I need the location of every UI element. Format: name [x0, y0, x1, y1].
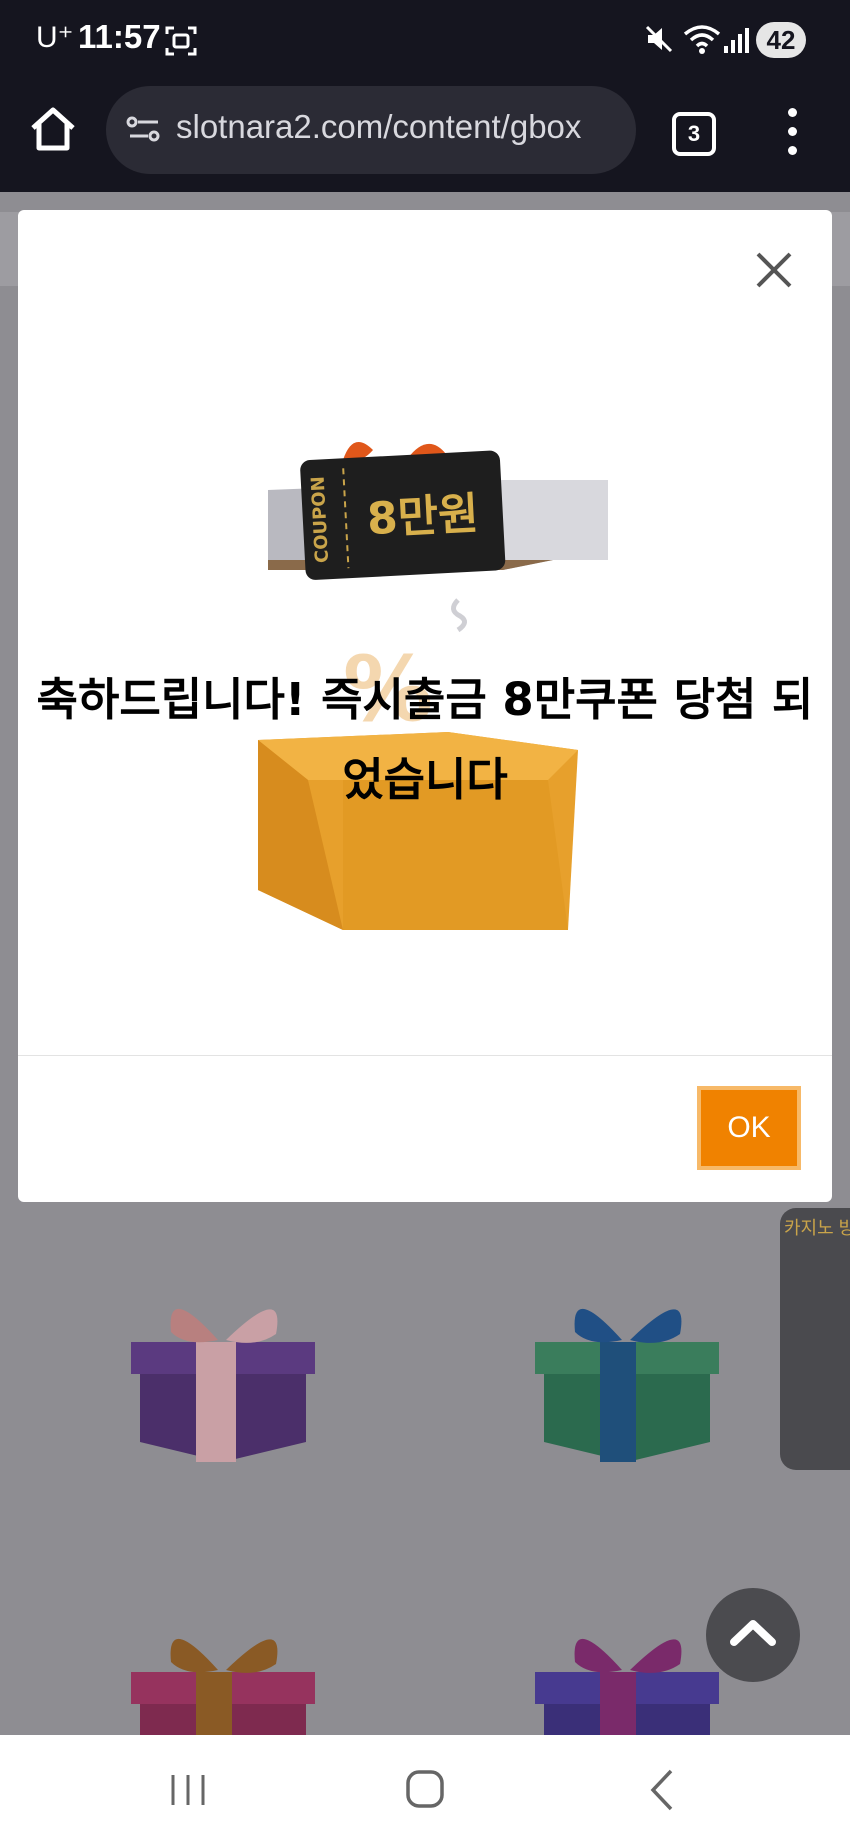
- coupon-amount: 8만원: [366, 488, 480, 545]
- gift-box-violet[interactable]: [530, 1622, 724, 1735]
- url-text[interactable]: slotnara2.com/content/gbox: [176, 108, 626, 146]
- gift-box-red[interactable]: [126, 1622, 320, 1735]
- wifi-icon: [683, 25, 721, 54]
- status-bar: U⁺ 11:57 42: [0, 0, 850, 82]
- gift-box-green[interactable]: [530, 1292, 724, 1477]
- floating-side-card[interactable]: 카지노 방송: [780, 1208, 850, 1470]
- browser-toolbar: slotnara2.com/content/gbox 3: [0, 82, 850, 192]
- mute-icon: [645, 25, 673, 53]
- carrier-label: U⁺: [36, 21, 74, 54]
- dialog-divider: [18, 1055, 832, 1056]
- prize-dialog: COUPON 8만원 % 축하드립니다! 즉시출금 8만쿠폰 당첨 되었습니다 …: [18, 210, 832, 1202]
- battery-icon: 42: [756, 22, 806, 58]
- home-icon[interactable]: [28, 104, 78, 154]
- back-icon[interactable]: [633, 1765, 693, 1815]
- home-nav-icon[interactable]: [395, 1765, 455, 1815]
- chevron-up-icon: [730, 1620, 776, 1646]
- side-card-label: 카지노 방송: [784, 1218, 850, 1238]
- scroll-to-top-button[interactable]: [706, 1588, 800, 1682]
- more-vert-icon[interactable]: [788, 108, 800, 156]
- site-info-icon[interactable]: [126, 114, 162, 146]
- address-bar[interactable]: slotnara2.com/content/gbox: [106, 86, 636, 174]
- ok-button[interactable]: OK: [697, 1086, 801, 1170]
- tab-switcher-button[interactable]: 3: [672, 112, 716, 156]
- recent-apps-icon[interactable]: [158, 1765, 218, 1815]
- close-icon[interactable]: [752, 248, 796, 292]
- system-nav-bar: [0, 1735, 850, 1842]
- screenshot-icon: [165, 26, 197, 56]
- clock: 11:57: [78, 18, 161, 55]
- gift-box-purple[interactable]: [126, 1292, 320, 1477]
- signal-icon: [724, 28, 749, 53]
- prize-message: 축하드립니다! 즉시출금 8만쿠폰 당첨 되었습니다: [36, 673, 814, 806]
